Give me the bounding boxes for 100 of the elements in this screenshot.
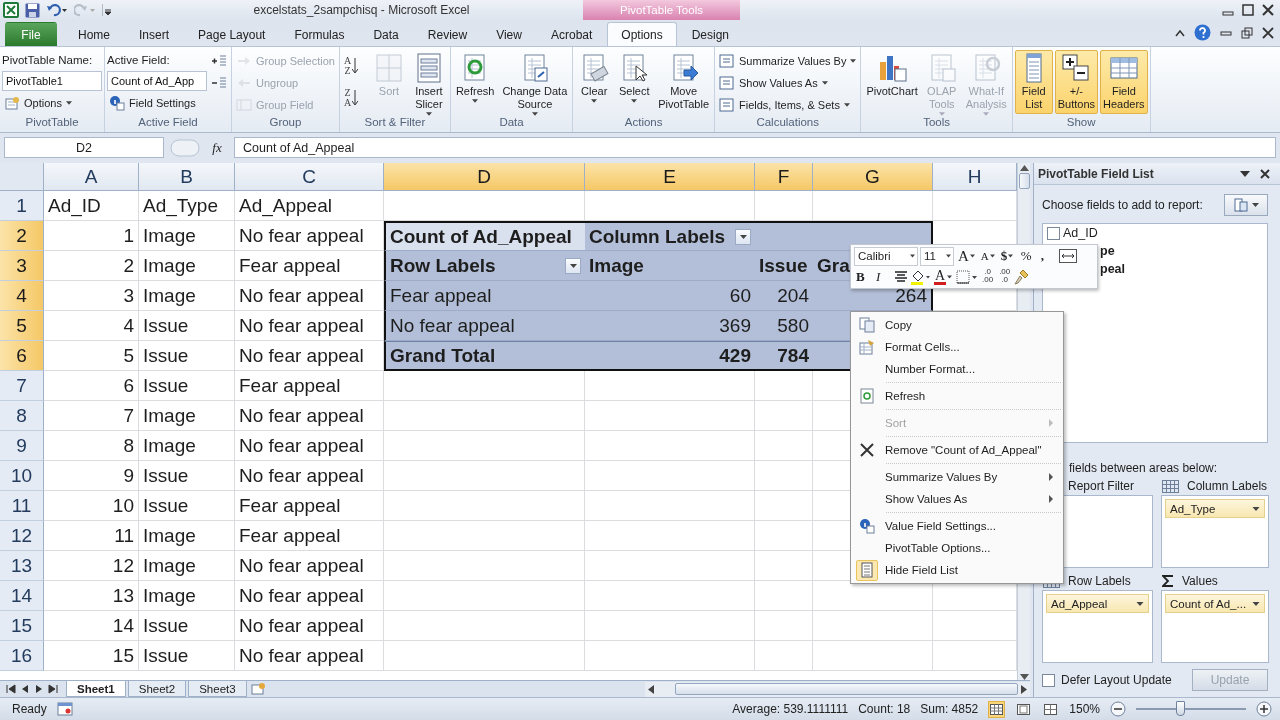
customize-toolbar-icon[interactable] [102,3,112,17]
align-center-icon[interactable] [894,271,908,283]
field-chip[interactable]: Ad_Type [1165,499,1265,518]
sort-button[interactable]: Z A [341,82,368,113]
ribbon-tab[interactable]: Acrobat [536,22,607,46]
scroll-thumb[interactable] [675,683,1018,695]
field-name[interactable]: peal [1100,262,1125,276]
row-header[interactable]: 13 [0,551,44,581]
ribbon-button[interactable]: +/- Buttons [1054,50,1099,114]
ribbon-button[interactable]: Field Settings [107,92,207,113]
defer-checkbox[interactable] [1042,673,1055,687]
shrink-font-button[interactable]: A [978,246,997,266]
row-header[interactable]: 2 [0,221,44,251]
field-chip[interactable]: Ad_Appeal [1046,594,1149,613]
menu-item[interactable]: Hide Field List [853,559,1061,581]
ribbon-tab[interactable]: Insert [125,22,184,46]
sheet-tab[interactable]: Sheet2 [127,681,187,697]
ribbon-tab[interactable]: Home [64,22,124,46]
ribbon-button[interactable]: Summarize Values By [717,50,859,71]
name-field[interactable]: PivotTable1 [2,71,102,91]
row-header[interactable]: 15 [0,611,44,641]
insert-function-button[interactable]: fx [206,139,228,156]
close-icon[interactable] [1262,4,1274,16]
menu-item[interactable]: Show Values As [853,488,1061,510]
column-header[interactable]: D [384,163,585,191]
sheet-tab[interactable]: Sheet3 [188,681,247,697]
save-icon[interactable] [25,2,40,18]
app-logo-icon[interactable] [3,2,19,18]
menu-item[interactable]: Refresh [853,385,1061,407]
macro-record-icon[interactable] [56,702,73,716]
row-header[interactable]: 14 [0,581,44,611]
layout-button[interactable] [1224,194,1268,216]
field-chip[interactable]: Count of Ad_... [1165,594,1265,613]
menu-item[interactable]: Value Field Settings... [853,515,1061,537]
ribbon-tab[interactable]: Review [413,22,482,46]
ribbon-button[interactable]: Refresh [452,50,498,114]
ribbon-button[interactable]: Insert Slicer [409,50,448,114]
fill-color-icon[interactable] [910,269,930,285]
row-header[interactable]: 5 [0,311,44,341]
column-header[interactable]: B [139,163,235,191]
filter-dropdown-button[interactable] [735,228,751,245]
filter-dropdown-button[interactable] [565,257,581,274]
column-header[interactable]: G [813,163,933,191]
ribbon-button[interactable]: PivotChart [863,50,921,114]
row-header[interactable]: 9 [0,431,44,461]
menu-item[interactable]: Copy [853,314,1061,336]
comma-button[interactable]: , [1038,246,1057,266]
close-icon[interactable] [1260,168,1270,179]
zoom-out-button[interactable] [1110,701,1126,717]
font-size-field[interactable]: 11 [920,246,954,266]
collapse-ribbon-icon[interactable] [1175,28,1185,37]
font-name-field[interactable]: Calibri [854,246,918,266]
ribbon-button[interactable]: Show Values As [717,72,859,93]
restore-icon[interactable] [1242,4,1254,16]
row-header[interactable]: 7 [0,371,44,401]
help-icon[interactable] [1194,24,1211,41]
borders-icon[interactable] [956,270,978,284]
ribbon-button[interactable]: Field Headers [1100,50,1148,114]
row-header[interactable]: 10 [0,461,44,491]
zoom-in-button[interactable] [1256,701,1272,717]
close-icon[interactable] [1262,26,1274,39]
row-header[interactable]: 11 [0,491,44,521]
menu-item[interactable]: Summarize Values By [853,466,1061,488]
ribbon-button[interactable]: Fields, Items, & Sets [717,94,859,115]
decimal-button[interactable]: .00 .0 [997,267,1013,287]
menu-item[interactable]: PivotTable Options... [853,537,1061,559]
percent-button[interactable]: % [1018,246,1037,266]
ribbon-tab[interactable]: Design [677,22,744,46]
restore-icon[interactable] [1241,26,1253,39]
scroll-right-icon[interactable] [1021,684,1027,694]
menu-item[interactable]: Format Cells... [853,336,1061,358]
menu-item[interactable]: Number Format... [853,358,1061,380]
dropdown-icon[interactable] [1240,170,1250,177]
ribbon-button[interactable]: Clear [575,50,614,114]
ribbon-button[interactable]: Field List [1014,50,1053,114]
row-header[interactable]: 3 [0,251,44,281]
ribbon-tab[interactable]: View [482,22,536,46]
row-header[interactable]: 6 [0,341,44,371]
ribbon-tab[interactable]: Formulas [280,22,359,46]
field-name[interactable]: Ad_ID [1063,226,1098,240]
column-header[interactable]: E [585,163,755,191]
sheet-tab[interactable]: Sheet1 [66,681,126,697]
scroll-left-icon[interactable] [648,684,654,694]
currency-button[interactable]: $ [998,246,1017,266]
name-box[interactable]: D2 [4,137,164,158]
column-header[interactable]: H [933,163,1017,191]
row-header[interactable]: 1 [0,191,44,221]
field-name[interactable]: pe [1100,244,1115,258]
column-header[interactable]: C [235,163,384,191]
column-header[interactable]: A [44,163,139,191]
scroll-up-icon[interactable] [1019,165,1029,171]
row-header[interactable]: 16 [0,641,44,671]
undo-icon[interactable] [46,3,68,17]
format-painter-icon[interactable] [1014,269,1031,285]
field-checkbox[interactable] [1047,226,1060,240]
sort-button[interactable]: A Z [341,50,368,81]
column-header[interactable]: F [755,163,813,191]
ribbon-tab[interactable]: File [5,22,57,46]
merge-center-icon[interactable] [1058,249,1077,263]
row-header[interactable]: 8 [0,401,44,431]
